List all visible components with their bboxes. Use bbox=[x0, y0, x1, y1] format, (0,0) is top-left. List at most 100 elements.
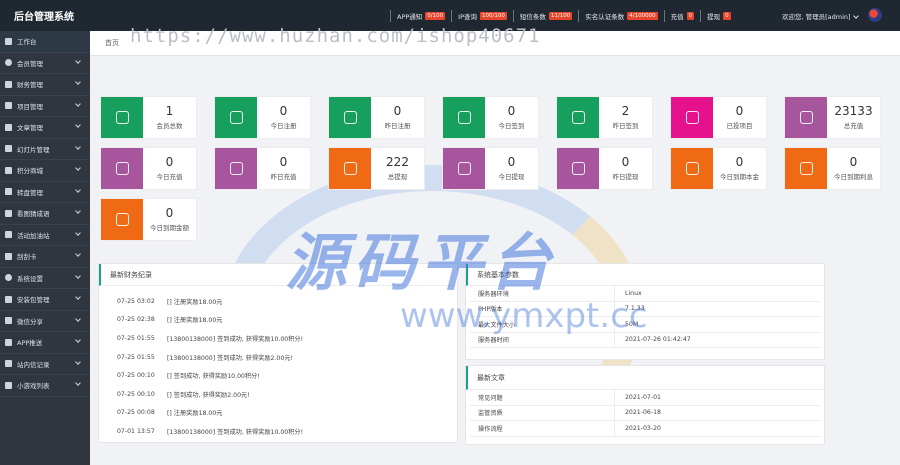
stat-card[interactable]: 0 今日到期本金 bbox=[670, 147, 767, 190]
stat-card[interactable]: 0 今日到期利息 bbox=[784, 147, 881, 190]
edit-icon bbox=[443, 148, 485, 189]
user-icon bbox=[215, 97, 257, 138]
row-key: 操作流程 bbox=[470, 421, 615, 436]
sidebar-item[interactable]: 工作台 bbox=[0, 31, 90, 53]
stat-card[interactable]: 0 已投项目 bbox=[670, 96, 767, 139]
stat-value: 0 bbox=[735, 104, 744, 118]
money-bag-icon bbox=[101, 199, 143, 240]
top-stat-item[interactable]: 提现 0 bbox=[700, 9, 737, 22]
stat-card[interactable]: 0 昨日提现 bbox=[556, 147, 653, 190]
top-stat-item[interactable]: 充值 0 bbox=[663, 9, 701, 22]
stat-card[interactable]: 0 今日注册 bbox=[214, 96, 311, 139]
stat-card[interactable]: 0 昨日注册 bbox=[328, 96, 425, 139]
chevron-down-icon bbox=[75, 208, 81, 214]
sidebar-item-label: 会员管理 bbox=[17, 59, 43, 68]
sidebar-item-label: 转盘管理 bbox=[17, 188, 43, 197]
sidebar-item-label: 活动加油站 bbox=[17, 231, 50, 240]
money-icon bbox=[5, 80, 12, 88]
stat-label: 已投项目 bbox=[726, 122, 753, 130]
sidebar-item[interactable]: 会员管理 bbox=[0, 53, 90, 74]
list-item: 07-25 00:10 [] 签到成功, 获得奖励2.00元! bbox=[117, 385, 457, 404]
chevron-down-icon bbox=[75, 380, 81, 386]
top-stat-label: APP通知 bbox=[397, 12, 423, 21]
table-row: 操作流程 2021-03-20 bbox=[470, 421, 820, 437]
tab-home[interactable]: 首页 bbox=[105, 38, 119, 48]
logo-icon[interactable] bbox=[868, 8, 882, 22]
sidebar-item[interactable]: 活动加油站 bbox=[0, 225, 90, 246]
sidebar-item[interactable]: 看图猜成语 bbox=[0, 203, 90, 225]
record-time: 07-25 01:55 bbox=[117, 353, 155, 361]
sidebar-item-label: 幻灯片管理 bbox=[17, 145, 50, 154]
stat-card[interactable]: 23133 总充值 bbox=[784, 96, 881, 139]
chevron-down-icon bbox=[75, 358, 81, 365]
stat-card[interactable]: 1 会员总数 bbox=[100, 96, 197, 139]
sidebar-item-label: 系统设置 bbox=[17, 274, 43, 283]
sidebar-item[interactable]: 积分商城 bbox=[0, 160, 90, 182]
stat-label: 总提现 bbox=[387, 173, 408, 181]
stat-card[interactable]: 0 今日签到 bbox=[442, 96, 539, 139]
sidebar-item[interactable]: 文章管理 bbox=[0, 117, 90, 139]
edit-icon bbox=[785, 97, 827, 138]
grid-icon bbox=[5, 37, 12, 45]
user-menu[interactable]: 欢迎您, 管理员[admin] bbox=[782, 0, 859, 31]
puzzle-icon bbox=[5, 209, 12, 217]
top-stat-item[interactable]: 短信条数 11/100 bbox=[512, 9, 578, 22]
sidebar-item[interactable]: 安装包管理 bbox=[0, 289, 90, 311]
sidebar-item[interactable]: 系统设置 bbox=[0, 268, 90, 289]
stat-card[interactable]: 0 今日提现 bbox=[442, 147, 539, 190]
stat-value: 0 bbox=[279, 155, 288, 169]
user-icon bbox=[101, 97, 143, 138]
sidebar-item[interactable]: 项目管理 bbox=[0, 96, 90, 117]
stat-card[interactable]: 222 总提现 bbox=[328, 147, 425, 190]
stat-label: 今日提现 bbox=[498, 173, 525, 181]
row-value: 2021-03-20 bbox=[625, 424, 661, 432]
stat-card[interactable]: 0 今日到期金额 bbox=[100, 198, 197, 241]
sidebar-item[interactable]: APP推送 bbox=[0, 332, 90, 354]
chevron-down-icon bbox=[75, 272, 81, 279]
sidebar-item[interactable]: 转盘管理 bbox=[0, 182, 90, 203]
chevron-down-icon bbox=[75, 79, 81, 85]
stat-label: 今日注册 bbox=[270, 122, 297, 130]
list-item: 07-25 00:08 [] 注册奖励18.00元 bbox=[117, 404, 457, 423]
stat-value: 1 bbox=[165, 104, 174, 118]
stat-label: 昨日注册 bbox=[384, 122, 411, 130]
sidebar-item-label: 小游戏列表 bbox=[17, 382, 50, 391]
stat-label: 总充值 bbox=[843, 122, 864, 130]
record-time: 07-25 00:10 bbox=[117, 390, 155, 398]
sidebar-item-label: APP推送 bbox=[17, 339, 43, 348]
stat-card[interactable]: 0 今日充值 bbox=[100, 147, 197, 190]
activity-icon bbox=[5, 231, 12, 239]
stat-label: 会员总数 bbox=[156, 122, 183, 130]
row-key: 监管资质 bbox=[470, 405, 615, 420]
row-key: 常见问题 bbox=[470, 390, 615, 405]
table-row: 常见问题 2021-07-01 bbox=[470, 390, 820, 406]
record-time: 07-25 01:55 bbox=[117, 334, 155, 342]
sidebar-item[interactable]: 幻灯片管理 bbox=[0, 139, 90, 160]
chevron-down-icon bbox=[852, 12, 859, 19]
stat-value: 0 bbox=[279, 104, 288, 118]
sidebar-item-label: 文章管理 bbox=[17, 124, 43, 133]
top-stat-item[interactable]: IP查询 100/100 bbox=[451, 9, 513, 22]
record-text: [13800138000] 签到成功, 获得奖励2.00元! bbox=[167, 354, 293, 362]
record-text: [] 注册奖励18.00元 bbox=[167, 410, 223, 418]
sidebar-item[interactable]: 小游戏列表 bbox=[0, 375, 90, 397]
top-stat-label: IP查询 bbox=[458, 12, 477, 21]
top-stat-item[interactable]: 实名认证条数 4/100000 bbox=[578, 9, 663, 22]
stat-card[interactable]: 2 昨日签到 bbox=[556, 96, 653, 139]
sidebar-item[interactable]: 微信分享 bbox=[0, 311, 90, 332]
top-stat-item[interactable]: APP通知 0/100 bbox=[390, 9, 451, 22]
stat-card[interactable]: 0 昨日充值 bbox=[214, 147, 311, 190]
sidebar-item-label: 看图猜成语 bbox=[17, 210, 50, 219]
user-icon bbox=[443, 97, 485, 138]
top-stat-label: 充值 bbox=[670, 12, 684, 21]
top-stat-badge: 11/100 bbox=[548, 11, 573, 20]
articles-panel-title: 最新文章 bbox=[466, 366, 824, 390]
top-stat-badge: 0 bbox=[686, 11, 695, 20]
chevron-down-icon bbox=[75, 165, 81, 171]
stat-value: 0 bbox=[849, 155, 858, 169]
sidebar-item[interactable]: 财务管理 bbox=[0, 74, 90, 96]
stat-label: 今日到期本金 bbox=[720, 173, 759, 181]
sidebar-item[interactable]: 刮刮卡 bbox=[0, 246, 90, 268]
sidebar-item-label: 刮刮卡 bbox=[17, 253, 37, 262]
sidebar-item[interactable]: 站内信记录 bbox=[0, 354, 90, 375]
